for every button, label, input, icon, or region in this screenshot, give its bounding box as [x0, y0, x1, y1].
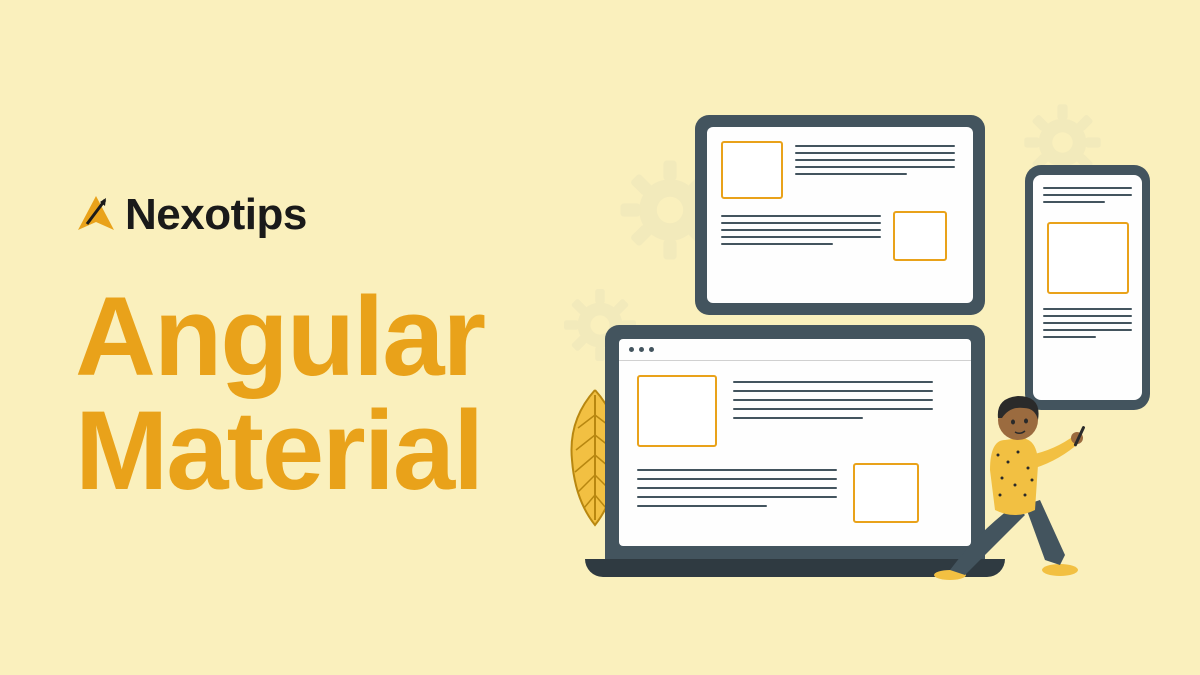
brand-logo-icon [75, 192, 117, 239]
image-thumbnail-icon [853, 463, 919, 523]
window-control-dot [639, 347, 644, 352]
tablet-screen [707, 127, 973, 303]
laptop-screen [619, 339, 971, 546]
phone-screen [1033, 175, 1142, 400]
person-illustration [920, 380, 1110, 580]
hero-text-section: Nexotips Angular Material [75, 190, 484, 508]
brand-name: Nexotips [125, 190, 307, 240]
title-line-2: Material [75, 388, 482, 513]
brand-block: Nexotips [75, 190, 484, 240]
page-title: Angular Material [75, 280, 484, 508]
image-thumbnail-icon [1047, 222, 1129, 294]
devices-illustration [560, 100, 1160, 600]
phone-device [1025, 165, 1150, 410]
image-thumbnail-icon [637, 375, 717, 447]
text-lines-placeholder [637, 463, 837, 523]
window-control-dot [629, 347, 634, 352]
tablet-device [695, 115, 985, 315]
text-lines-placeholder [1043, 187, 1132, 208]
image-thumbnail-icon [721, 141, 783, 199]
text-lines-placeholder [733, 375, 933, 447]
window-control-dot [649, 347, 654, 352]
text-lines-placeholder [795, 141, 955, 199]
image-thumbnail-icon [893, 211, 947, 261]
title-line-1: Angular [75, 274, 484, 399]
text-lines-placeholder [721, 211, 881, 261]
browser-chrome-bar [619, 339, 971, 361]
text-lines-placeholder [1043, 308, 1132, 343]
